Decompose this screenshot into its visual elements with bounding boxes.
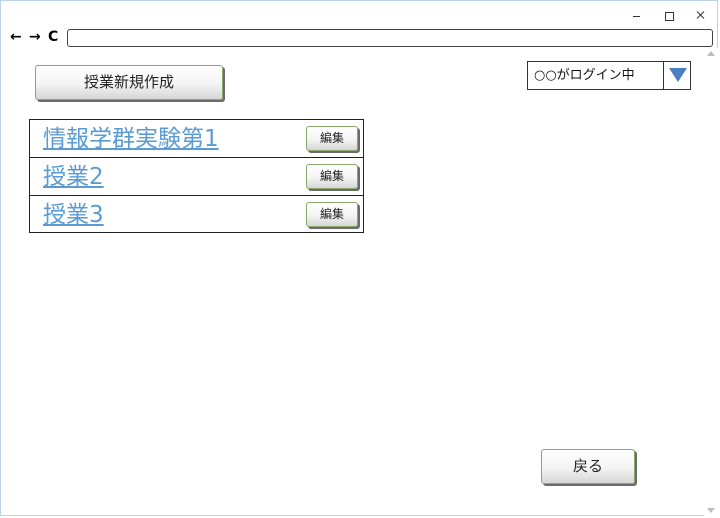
course-row: 情報学群実験第1 編集 [30, 120, 363, 158]
edit-course-button[interactable]: 編集 [306, 202, 358, 227]
maximize-icon[interactable] [659, 7, 679, 23]
edit-course-button[interactable]: 編集 [306, 126, 358, 151]
course-row: 授業3 編集 [30, 196, 363, 234]
dropdown-divider [663, 62, 664, 89]
browser-window: ← → C 授業新規作成 ○○がログイン中 情報学群実験第1 編集 授業2 編集… [0, 0, 718, 516]
course-list: 情報学群実験第1 編集 授業2 編集 授業3 編集 [29, 119, 364, 233]
scroll-down-icon[interactable] [707, 508, 715, 513]
triangle-down-icon[interactable] [669, 68, 687, 82]
course-link[interactable]: 授業3 [43, 198, 104, 232]
close-icon[interactable] [691, 7, 711, 23]
arrow-right-icon[interactable]: → [29, 30, 41, 44]
back-button[interactable]: 戻る [541, 449, 635, 484]
create-course-button[interactable]: 授業新規作成 [35, 65, 223, 100]
address-bar[interactable] [67, 29, 713, 47]
course-link[interactable]: 情報学群実験第1 [43, 122, 219, 156]
course-row: 授業2 編集 [30, 158, 363, 196]
course-link[interactable]: 授業2 [43, 160, 104, 194]
minimize-icon[interactable] [627, 7, 647, 23]
login-status-text: ○○がログイン中 [534, 68, 635, 83]
arrow-left-icon[interactable]: ← [10, 30, 22, 44]
vertical-scrollbar[interactable] [704, 48, 718, 516]
scroll-up-icon[interactable] [707, 51, 715, 56]
edit-course-button[interactable]: 編集 [306, 164, 358, 189]
reload-icon[interactable]: C [48, 30, 58, 44]
login-user-dropdown[interactable]: ○○がログイン中 [527, 61, 691, 90]
